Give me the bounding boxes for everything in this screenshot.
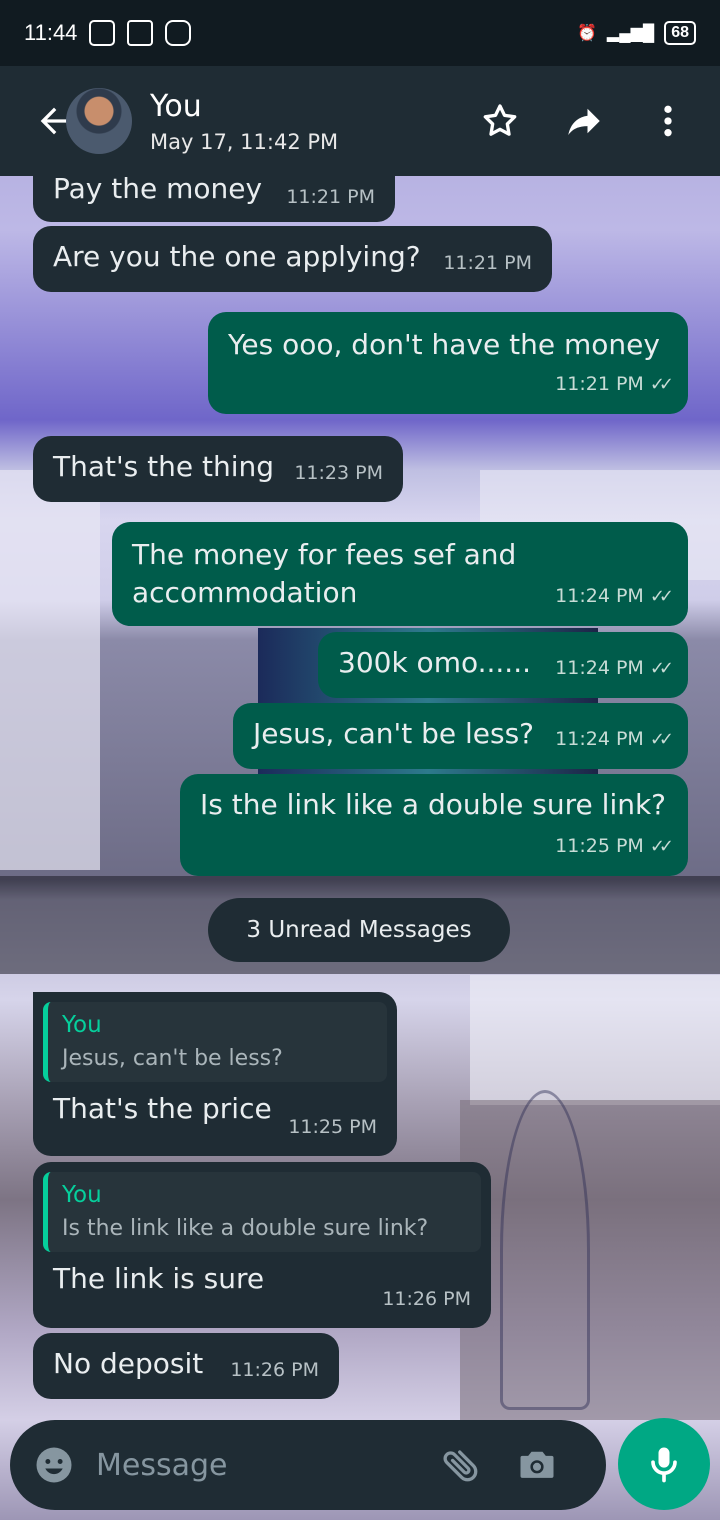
emoji-button[interactable] bbox=[32, 1443, 76, 1487]
quoted-message[interactable]: You Jesus, can't be less? bbox=[43, 1002, 387, 1082]
message-bubble[interactable]: The money for fees sef and accommodation… bbox=[112, 522, 688, 626]
contact-name: You bbox=[150, 88, 202, 124]
battery-indicator: 68 bbox=[664, 21, 696, 45]
signal-icon: ▂▄▆█ bbox=[606, 25, 655, 42]
message-composer bbox=[10, 1420, 606, 1510]
message-bubble[interactable]: 300k omo...... 11:24 PM ✓✓ bbox=[318, 632, 688, 698]
message-bubble[interactable]: No deposit 11:26 PM bbox=[33, 1333, 339, 1399]
message-icon bbox=[127, 20, 154, 46]
message-text: Yes ooo, don't have the money bbox=[228, 328, 660, 361]
message-bubble[interactable]: Are you the one applying? 11:21 PM bbox=[33, 226, 552, 292]
message-bubble[interactable]: That's the thing 11:23 PM bbox=[33, 436, 403, 502]
more-options-button[interactable] bbox=[646, 99, 690, 143]
message-text: That's the thing bbox=[53, 450, 275, 483]
emoji-icon bbox=[36, 1447, 72, 1483]
more-vert-icon bbox=[664, 105, 672, 137]
message-time: 11:21 PM bbox=[443, 252, 532, 274]
message-time: 11:21 PM bbox=[555, 373, 644, 395]
message-bubble[interactable]: You Jesus, can't be less? That's the pri… bbox=[33, 992, 397, 1156]
quoted-message[interactable]: You Is the link like a double sure link? bbox=[43, 1172, 481, 1252]
message-bubble[interactable]: You Is the link like a double sure link?… bbox=[33, 1162, 491, 1328]
message-time: 11:21 PM bbox=[286, 186, 375, 208]
forward-button[interactable] bbox=[562, 99, 606, 143]
instagram-icon bbox=[165, 20, 192, 46]
star-icon bbox=[483, 104, 517, 136]
quoted-text: Jesus, can't be less? bbox=[62, 1046, 283, 1071]
status-time: 11:44 bbox=[24, 20, 78, 45]
mic-icon bbox=[651, 1447, 677, 1483]
message-time: 11:24 PM bbox=[555, 657, 644, 679]
message-text: No deposit bbox=[53, 1347, 204, 1380]
message-time: 11:26 PM bbox=[230, 1359, 319, 1381]
camera-button[interactable] bbox=[512, 1440, 562, 1490]
quoted-text: Is the link like a double sure link? bbox=[62, 1216, 429, 1241]
message-time: 11:23 PM bbox=[294, 462, 383, 484]
message-text: That's the price bbox=[53, 1092, 272, 1125]
message-time: 11:24 PM bbox=[555, 585, 644, 607]
double-check-icon: ✓✓ bbox=[649, 374, 674, 395]
quoted-author: You bbox=[62, 1182, 102, 1208]
status-bar: 11:44 ⏰ ▂▄▆█ 68 bbox=[0, 0, 720, 66]
message-bubble[interactable]: Jesus, can't be less? 11:24 PM ✓✓ bbox=[233, 703, 688, 769]
contact-info[interactable]: You May 17, 11:42 PM bbox=[150, 89, 338, 154]
unread-messages-divider: 3 Unread Messages bbox=[208, 898, 510, 962]
message-time: 11:24 PM bbox=[555, 728, 644, 750]
voice-message-button[interactable] bbox=[618, 1418, 710, 1510]
double-check-icon: ✓✓ bbox=[649, 729, 674, 750]
paperclip-icon bbox=[443, 1450, 478, 1482]
message-text: The money for fees sef and accommodation bbox=[132, 538, 517, 609]
alarm-icon: ⏰ bbox=[577, 25, 597, 42]
attach-button[interactable] bbox=[436, 1440, 486, 1490]
double-check-icon: ✓✓ bbox=[649, 658, 674, 679]
message-time: 11:25 PM bbox=[555, 835, 644, 857]
message-input[interactable] bbox=[96, 1447, 426, 1483]
message-text: The link is sure bbox=[53, 1262, 265, 1295]
double-check-icon: ✓✓ bbox=[649, 836, 674, 857]
camera-icon bbox=[520, 1451, 554, 1478]
quoted-author: You bbox=[62, 1012, 102, 1038]
message-text: Are you the one applying? bbox=[53, 240, 421, 273]
image-icon bbox=[89, 20, 116, 46]
forward-icon bbox=[568, 108, 600, 135]
message-text: Jesus, can't be less? bbox=[253, 717, 535, 750]
message-bubble[interactable]: Yes ooo, don't have the money 11:21 PM ✓✓ bbox=[208, 312, 688, 414]
double-check-icon: ✓✓ bbox=[649, 586, 674, 607]
message-text: Pay the money bbox=[53, 172, 263, 205]
message-bubble[interactable]: Is the link like a double sure link? 11:… bbox=[180, 774, 688, 876]
message-text: Is the link like a double sure link? bbox=[200, 788, 667, 821]
message-bubble[interactable]: Pay the money 11:21 PM bbox=[33, 168, 395, 222]
contact-subtitle: May 17, 11:42 PM bbox=[150, 129, 339, 154]
message-time: 11:25 PM bbox=[288, 1116, 377, 1138]
star-button[interactable] bbox=[478, 99, 522, 143]
chat-header: You May 17, 11:42 PM bbox=[0, 66, 720, 176]
avatar[interactable] bbox=[66, 88, 132, 154]
message-text: 300k omo...... bbox=[338, 646, 532, 679]
message-time: 11:26 PM bbox=[382, 1288, 471, 1310]
